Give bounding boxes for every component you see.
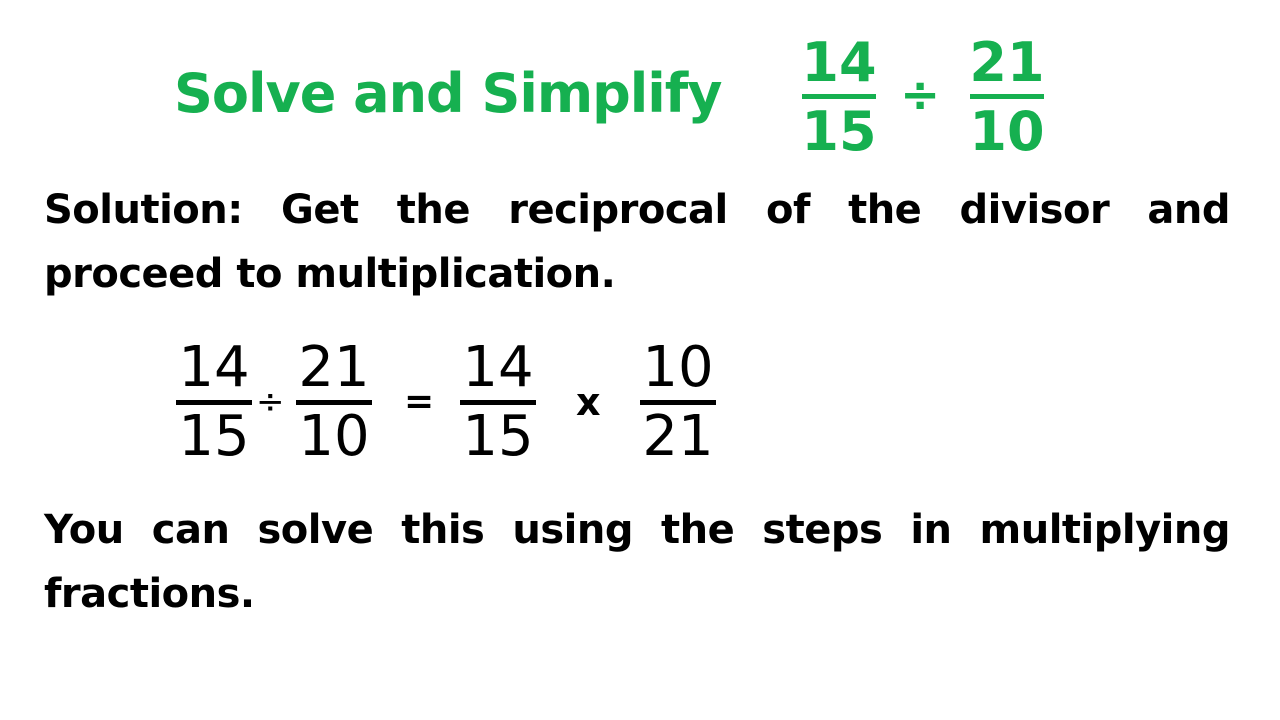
title-divide-operator: ÷ <box>900 67 941 123</box>
equation-left-fraction-2: 21 10 <box>296 340 372 465</box>
slide: Solve and Simplify 14 15 ÷ 21 10 Solutio… <box>0 0 1280 720</box>
equation-right-fraction-1-denominator: 15 <box>462 404 534 469</box>
title-fraction-2-denominator: 10 <box>969 100 1045 163</box>
title-fraction-1-bar <box>802 94 876 99</box>
title-fraction-2-numerator: 21 <box>969 31 1045 94</box>
note-text: You can solve this using the steps in mu… <box>44 507 1231 617</box>
equation-left-fraction-1-numerator: 14 <box>178 335 250 400</box>
equation-equals-sign: = <box>404 381 435 422</box>
equation-left-fraction-2-denominator: 10 <box>298 404 370 469</box>
equation-multiply-operator: x <box>576 380 601 424</box>
equation-right-fraction-1-numerator: 14 <box>462 335 534 400</box>
solution-text: Solution: Get the reciprocal of the divi… <box>44 187 1231 297</box>
equation-left-fraction-1-denominator: 15 <box>178 404 250 469</box>
equation-right-fraction-1: 14 15 <box>460 340 536 465</box>
title-fraction-1-denominator: 15 <box>801 100 877 163</box>
equation-divide-operator: ÷ <box>256 382 285 422</box>
equation-left-fraction-2-numerator: 21 <box>298 335 370 400</box>
title-fraction-2: 21 10 <box>969 31 1045 163</box>
equation-right-fraction-2-numerator: 10 <box>642 335 714 400</box>
equation-right-fraction-2-denominator: 21 <box>642 404 714 469</box>
slide-title: Solve and Simplify <box>174 62 722 125</box>
equation-left-fraction-1: 14 15 <box>176 340 252 465</box>
equation-right-fraction-2: 10 21 <box>640 340 716 465</box>
title-fraction-1: 14 15 <box>801 31 877 163</box>
title-fraction-1-numerator: 14 <box>801 31 877 94</box>
title-fraction-2-bar <box>970 94 1044 99</box>
